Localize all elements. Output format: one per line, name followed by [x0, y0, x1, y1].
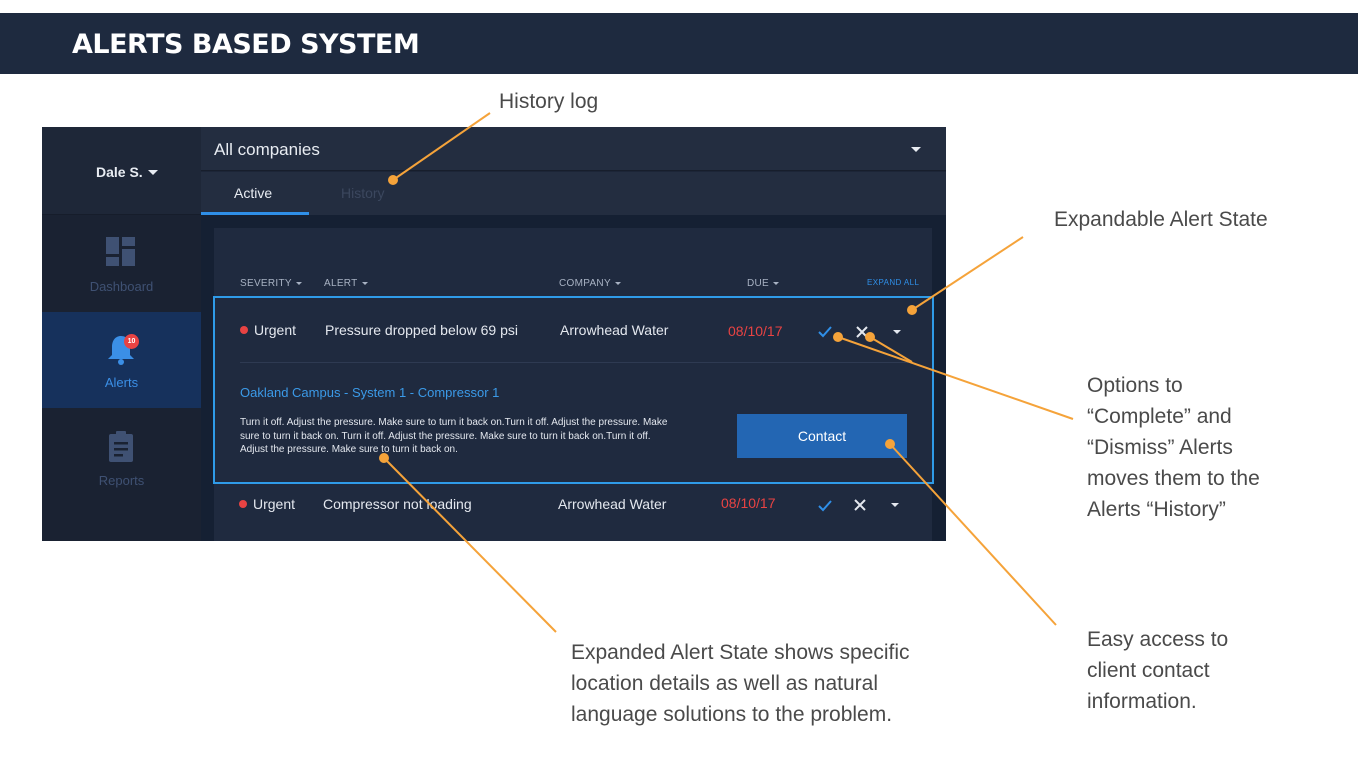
annotation-expanded-state: Expanded Alert State shows specific loca… — [571, 641, 910, 726]
chevron-down-icon[interactable] — [891, 503, 899, 507]
expand-all-link[interactable]: EXPAND ALL — [867, 278, 919, 287]
sort-icon — [361, 281, 368, 285]
sidebar-item-dashboard[interactable]: Dashboard — [42, 215, 201, 311]
chevron-down-icon — [911, 147, 921, 152]
company-cell: Arrowhead Water — [558, 496, 667, 512]
company-selector[interactable]: All companies — [201, 127, 946, 171]
sidebar: Dale S. Dashboard 10 Alerts Reports — [42, 127, 201, 541]
tab-active[interactable]: Active — [234, 185, 272, 201]
close-icon[interactable] — [855, 325, 869, 339]
header-due[interactable]: DUE — [747, 278, 780, 289]
check-icon[interactable] — [817, 324, 833, 340]
alert-cell: Compressor not loading — [323, 496, 472, 512]
header-company[interactable]: COMPANY — [559, 278, 621, 289]
sidebar-item-label: Alerts — [104, 375, 139, 390]
due-cell: 08/10/17 — [728, 323, 783, 339]
company-select-value: All companies — [214, 140, 320, 159]
company-cell: Arrowhead Water — [560, 322, 669, 338]
app-window: Dale S. Dashboard 10 Alerts Reports All … — [42, 127, 946, 541]
contact-button[interactable]: Contact — [737, 414, 907, 458]
user-name: Dale S. — [96, 164, 143, 180]
user-menu[interactable]: Dale S. — [42, 127, 201, 215]
urgent-dot-icon — [240, 326, 248, 335]
close-icon[interactable] — [853, 498, 867, 512]
alert-solution: Turn it off. Adjust the pressure. Make s… — [240, 417, 668, 456]
alert-cell: Pressure dropped below 69 psi — [325, 322, 519, 338]
severity-cell: Urgent — [239, 496, 295, 512]
chevron-down-icon — [148, 170, 158, 175]
chevron-down-icon[interactable] — [893, 330, 901, 334]
sidebar-item-label: Dashboard — [89, 279, 154, 294]
sort-icon — [295, 281, 302, 285]
sidebar-item-reports[interactable]: Reports — [42, 409, 201, 505]
urgent-dot-icon — [239, 500, 247, 509]
header-alert[interactable]: ALERT — [324, 278, 368, 289]
annotation-history-log: History log — [499, 90, 599, 113]
page-header: ALERTS BASED SYSTEM — [0, 13, 1358, 74]
annotation-expandable: Expandable Alert State — [1054, 208, 1268, 231]
page-title: ALERTS BASED SYSTEM — [72, 29, 420, 60]
table-row-expanded[interactable]: Urgent Pressure dropped below 69 psi Arr… — [213, 296, 934, 484]
notification-badge: 10 — [124, 334, 139, 349]
check-icon[interactable] — [817, 498, 833, 514]
severity-cell: Urgent — [240, 322, 296, 338]
tab-history[interactable]: History — [341, 185, 385, 201]
row-divider — [240, 362, 908, 363]
sort-icon — [614, 281, 621, 285]
annotation-contact: Easy access to client contact informatio… — [1087, 628, 1229, 713]
alerts-table: SEVERITY ALERT COMPANY DUE EXPAND ALL Ur… — [213, 228, 934, 541]
sidebar-item-label: Reports — [98, 473, 145, 488]
sidebar-item-alerts[interactable]: 10 Alerts — [42, 312, 201, 408]
due-cell: 08/10/17 — [721, 495, 776, 511]
clipboard-icon — [109, 431, 133, 462]
annotation-options: Options to “Complete” and “Dismiss” Aler… — [1087, 374, 1260, 521]
dashboard-icon — [106, 237, 135, 266]
alerts-panel: SEVERITY ALERT COMPANY DUE EXPAND ALL Ur… — [201, 215, 946, 541]
alert-location: Oakland Campus - System 1 - Compressor 1 — [240, 385, 500, 400]
header-severity[interactable]: SEVERITY — [240, 278, 302, 289]
tab-bar: Active History — [201, 172, 946, 215]
sort-icon — [773, 281, 780, 285]
